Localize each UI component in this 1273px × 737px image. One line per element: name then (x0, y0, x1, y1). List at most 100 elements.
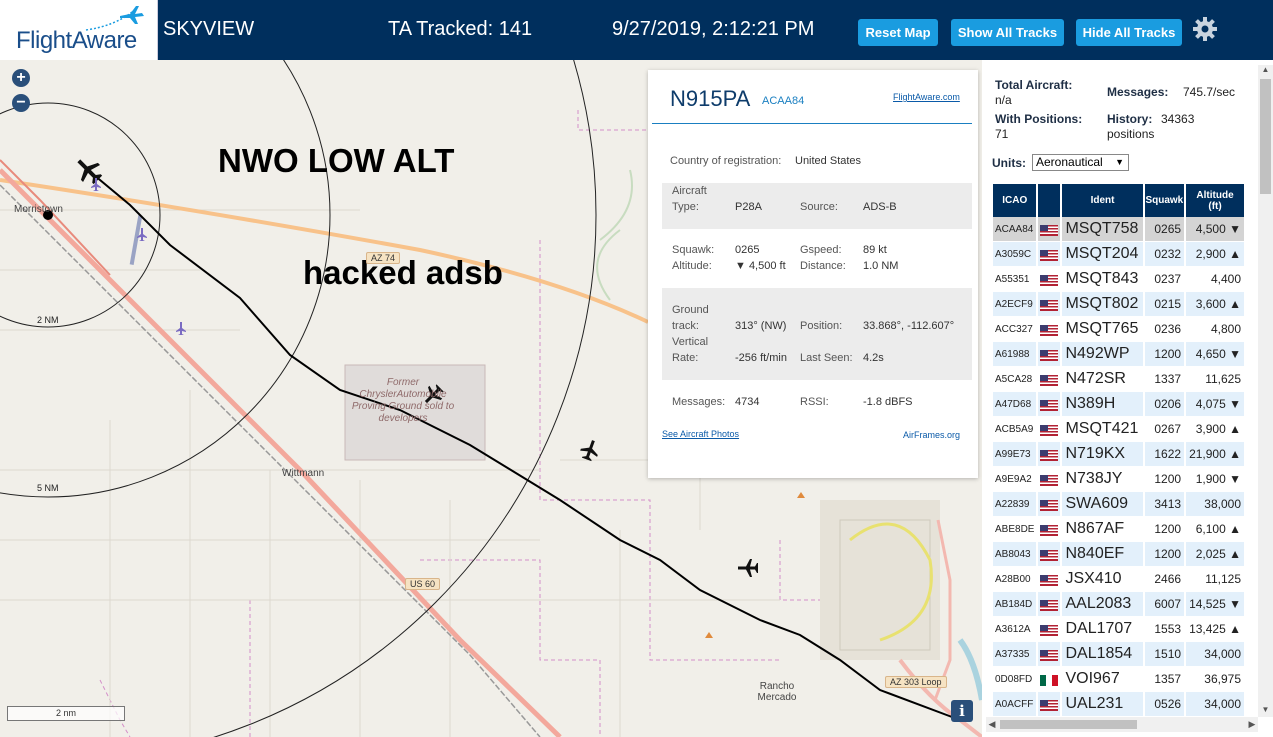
row-altitude: 34,000 (1186, 642, 1244, 667)
place-morristown: Morristown (14, 204, 63, 215)
position-value: 33.868°, -112.607° (863, 320, 955, 332)
table-row[interactable]: A0ACFF UAL231 0526 34,000 (993, 692, 1244, 716)
row-squawk: 0267 (1144, 417, 1185, 442)
us-flag-icon (1040, 549, 1059, 561)
gear-icon[interactable] (1191, 15, 1219, 43)
table-row[interactable]: A2ECF9 MSQT802 0215 3,600 ▲ (993, 292, 1244, 317)
table-row[interactable]: A47D68 N389H 0206 4,075 ▼ (993, 392, 1244, 417)
scroll-left-arrow-icon[interactable]: ◀ (986, 717, 998, 732)
row-squawk: 1200 (1144, 517, 1185, 542)
map-scale-bar: 2 nm (7, 706, 125, 721)
col-ident-header[interactable]: Ident (1062, 184, 1143, 217)
row-ident: MSQT421 (1062, 417, 1143, 442)
col-altitude-header[interactable]: Altitude (ft) (1186, 184, 1244, 217)
position-label: Position: (800, 320, 843, 332)
row-altitude: 21,900 ▲ (1186, 442, 1244, 467)
row-altitude: 1,900 ▼ (1186, 467, 1244, 492)
scroll-right-arrow-icon[interactable]: ▶ (1246, 717, 1258, 732)
with-positions-label: With Positions: (995, 112, 1083, 126)
row-altitude: 11,125 (1186, 567, 1244, 592)
us-flag-icon (1040, 374, 1059, 386)
track-value: 313° (NW) (735, 320, 787, 332)
airframes-link[interactable]: AirFrames.org (903, 430, 960, 440)
hscroll-thumb[interactable] (1000, 720, 1137, 729)
table-row[interactable]: A55351 MSQT843 0237 4,400 (993, 267, 1244, 292)
zoom-out-button[interactable]: − (12, 94, 30, 112)
table-row[interactable]: 0D08FD VOI967 1357 36,975 (993, 667, 1244, 692)
us-flag-icon (1040, 224, 1059, 236)
place-wittmann: Wittmann (282, 468, 325, 479)
table-row[interactable]: A28B00 JSX410 2466 11,125 (993, 567, 1244, 592)
horizontal-scrollbar[interactable]: ◀ ▶ (986, 717, 1258, 732)
show-all-tracks-button[interactable]: Show All Tracks (951, 19, 1064, 46)
row-flag (1038, 542, 1061, 567)
aircraft-type-label: Aircraft (672, 185, 707, 197)
row-flag (1038, 217, 1061, 242)
table-row[interactable]: A22839 SWA609 3413 38,000 (993, 492, 1244, 517)
aircraft-icon (580, 440, 598, 462)
row-icao: A3612A (993, 617, 1037, 642)
row-flag (1038, 267, 1061, 292)
overlay-label-hacked: hacked adsb (303, 254, 503, 291)
col-squawk-header[interactable]: Squawk (1144, 184, 1185, 217)
hide-all-tracks-button[interactable]: Hide All Tracks (1076, 19, 1182, 46)
flightaware-link[interactable]: FlightAware.com (893, 92, 960, 102)
row-icao: AB8043 (993, 542, 1037, 567)
row-squawk: 0237 (1144, 267, 1185, 292)
rssi-label: RSSI: (800, 396, 829, 408)
history-label: History: (1107, 112, 1153, 126)
table-row[interactable]: ABE8DE N867AF 1200 6,100 ▲ (993, 517, 1244, 542)
row-icao: A28B00 (993, 567, 1037, 592)
row-ident: SWA609 (1062, 492, 1143, 517)
aircraft-detail-panel: N915PA ACAA84 FlightAware.com Country of… (648, 70, 978, 478)
with-positions-value: 71 (995, 127, 1009, 141)
row-flag (1038, 367, 1061, 392)
reset-map-button[interactable]: Reset Map (858, 19, 938, 46)
az74-road (0, 178, 649, 324)
units-select[interactable]: Aeronautical (1032, 154, 1129, 171)
peak-markers (705, 492, 805, 638)
table-row[interactable]: A61988 N492WP 1200 4,650 ▼ (993, 342, 1244, 367)
vertical-scrollbar[interactable]: ▲ ▼ (1258, 65, 1273, 717)
table-row[interactable]: A99E73 N719KX 1622 21,900 ▲ (993, 442, 1244, 467)
us-flag-icon (1040, 274, 1059, 286)
squawk-label: Squawk: (672, 244, 715, 256)
table-row[interactable]: A5CA28 N472SR 1337 11,625 (993, 367, 1244, 392)
row-flag (1038, 692, 1061, 716)
scroll-thumb[interactable] (1260, 79, 1271, 194)
zoom-in-button[interactable]: + (12, 69, 30, 87)
total-aircraft-label: Total Aircraft: (995, 78, 1073, 92)
scroll-down-arrow-icon[interactable]: ▼ (1258, 705, 1273, 717)
col-icao-header[interactable]: ICAO (993, 184, 1037, 217)
us-flag-icon (1040, 249, 1059, 261)
aircraft-photos-link[interactable]: See Aircraft Photos (662, 429, 739, 439)
table-row[interactable]: A3059C MSQT204 0232 2,900 ▲ (993, 242, 1244, 267)
col-flag-header[interactable] (1038, 184, 1061, 217)
flightaware-logo[interactable]: FlightAware (0, 0, 158, 60)
table-row[interactable]: A37335 DAL1854 1510 34,000 (993, 642, 1244, 667)
row-flag (1038, 342, 1061, 367)
row-squawk: 0526 (1144, 692, 1185, 716)
us-flag-icon (1040, 474, 1059, 486)
altitude-value: ▼ 4,500 ft (735, 260, 786, 272)
mexico-flag-icon (1040, 674, 1059, 686)
row-icao: A61988 (993, 342, 1037, 367)
row-ident: MSQT843 (1062, 267, 1143, 292)
logo-text: FlightAware (16, 27, 137, 54)
row-icao: A0ACFF (993, 692, 1037, 716)
table-row[interactable]: AB8043 N840EF 1200 2,025 ▲ (993, 542, 1244, 567)
table-row[interactable]: A9E9A2 N738JY 1200 1,900 ▼ (993, 467, 1244, 492)
row-altitude: 11,625 (1186, 367, 1244, 392)
us-flag-icon (1040, 599, 1059, 611)
row-squawk: 0215 (1144, 292, 1185, 317)
table-row[interactable]: ACB5A9 MSQT421 0267 3,900 ▲ (993, 417, 1244, 442)
us-flag-icon (1040, 449, 1059, 461)
scroll-up-arrow-icon[interactable]: ▲ (1258, 65, 1273, 77)
info-icon[interactable]: i (951, 700, 973, 722)
table-row[interactable]: AB184D AAL2083 6007 14,525 ▼ (993, 592, 1244, 617)
row-squawk: 1200 (1144, 342, 1185, 367)
table-row[interactable]: A3612A DAL1707 1553 13,425 ▲ (993, 617, 1244, 642)
table-row[interactable]: ACC327 MSQT765 0236 4,800 (993, 317, 1244, 342)
table-row[interactable]: ACAA84 MSQT758 0265 4,500 ▼ (993, 217, 1244, 242)
terrain (596, 169, 633, 301)
